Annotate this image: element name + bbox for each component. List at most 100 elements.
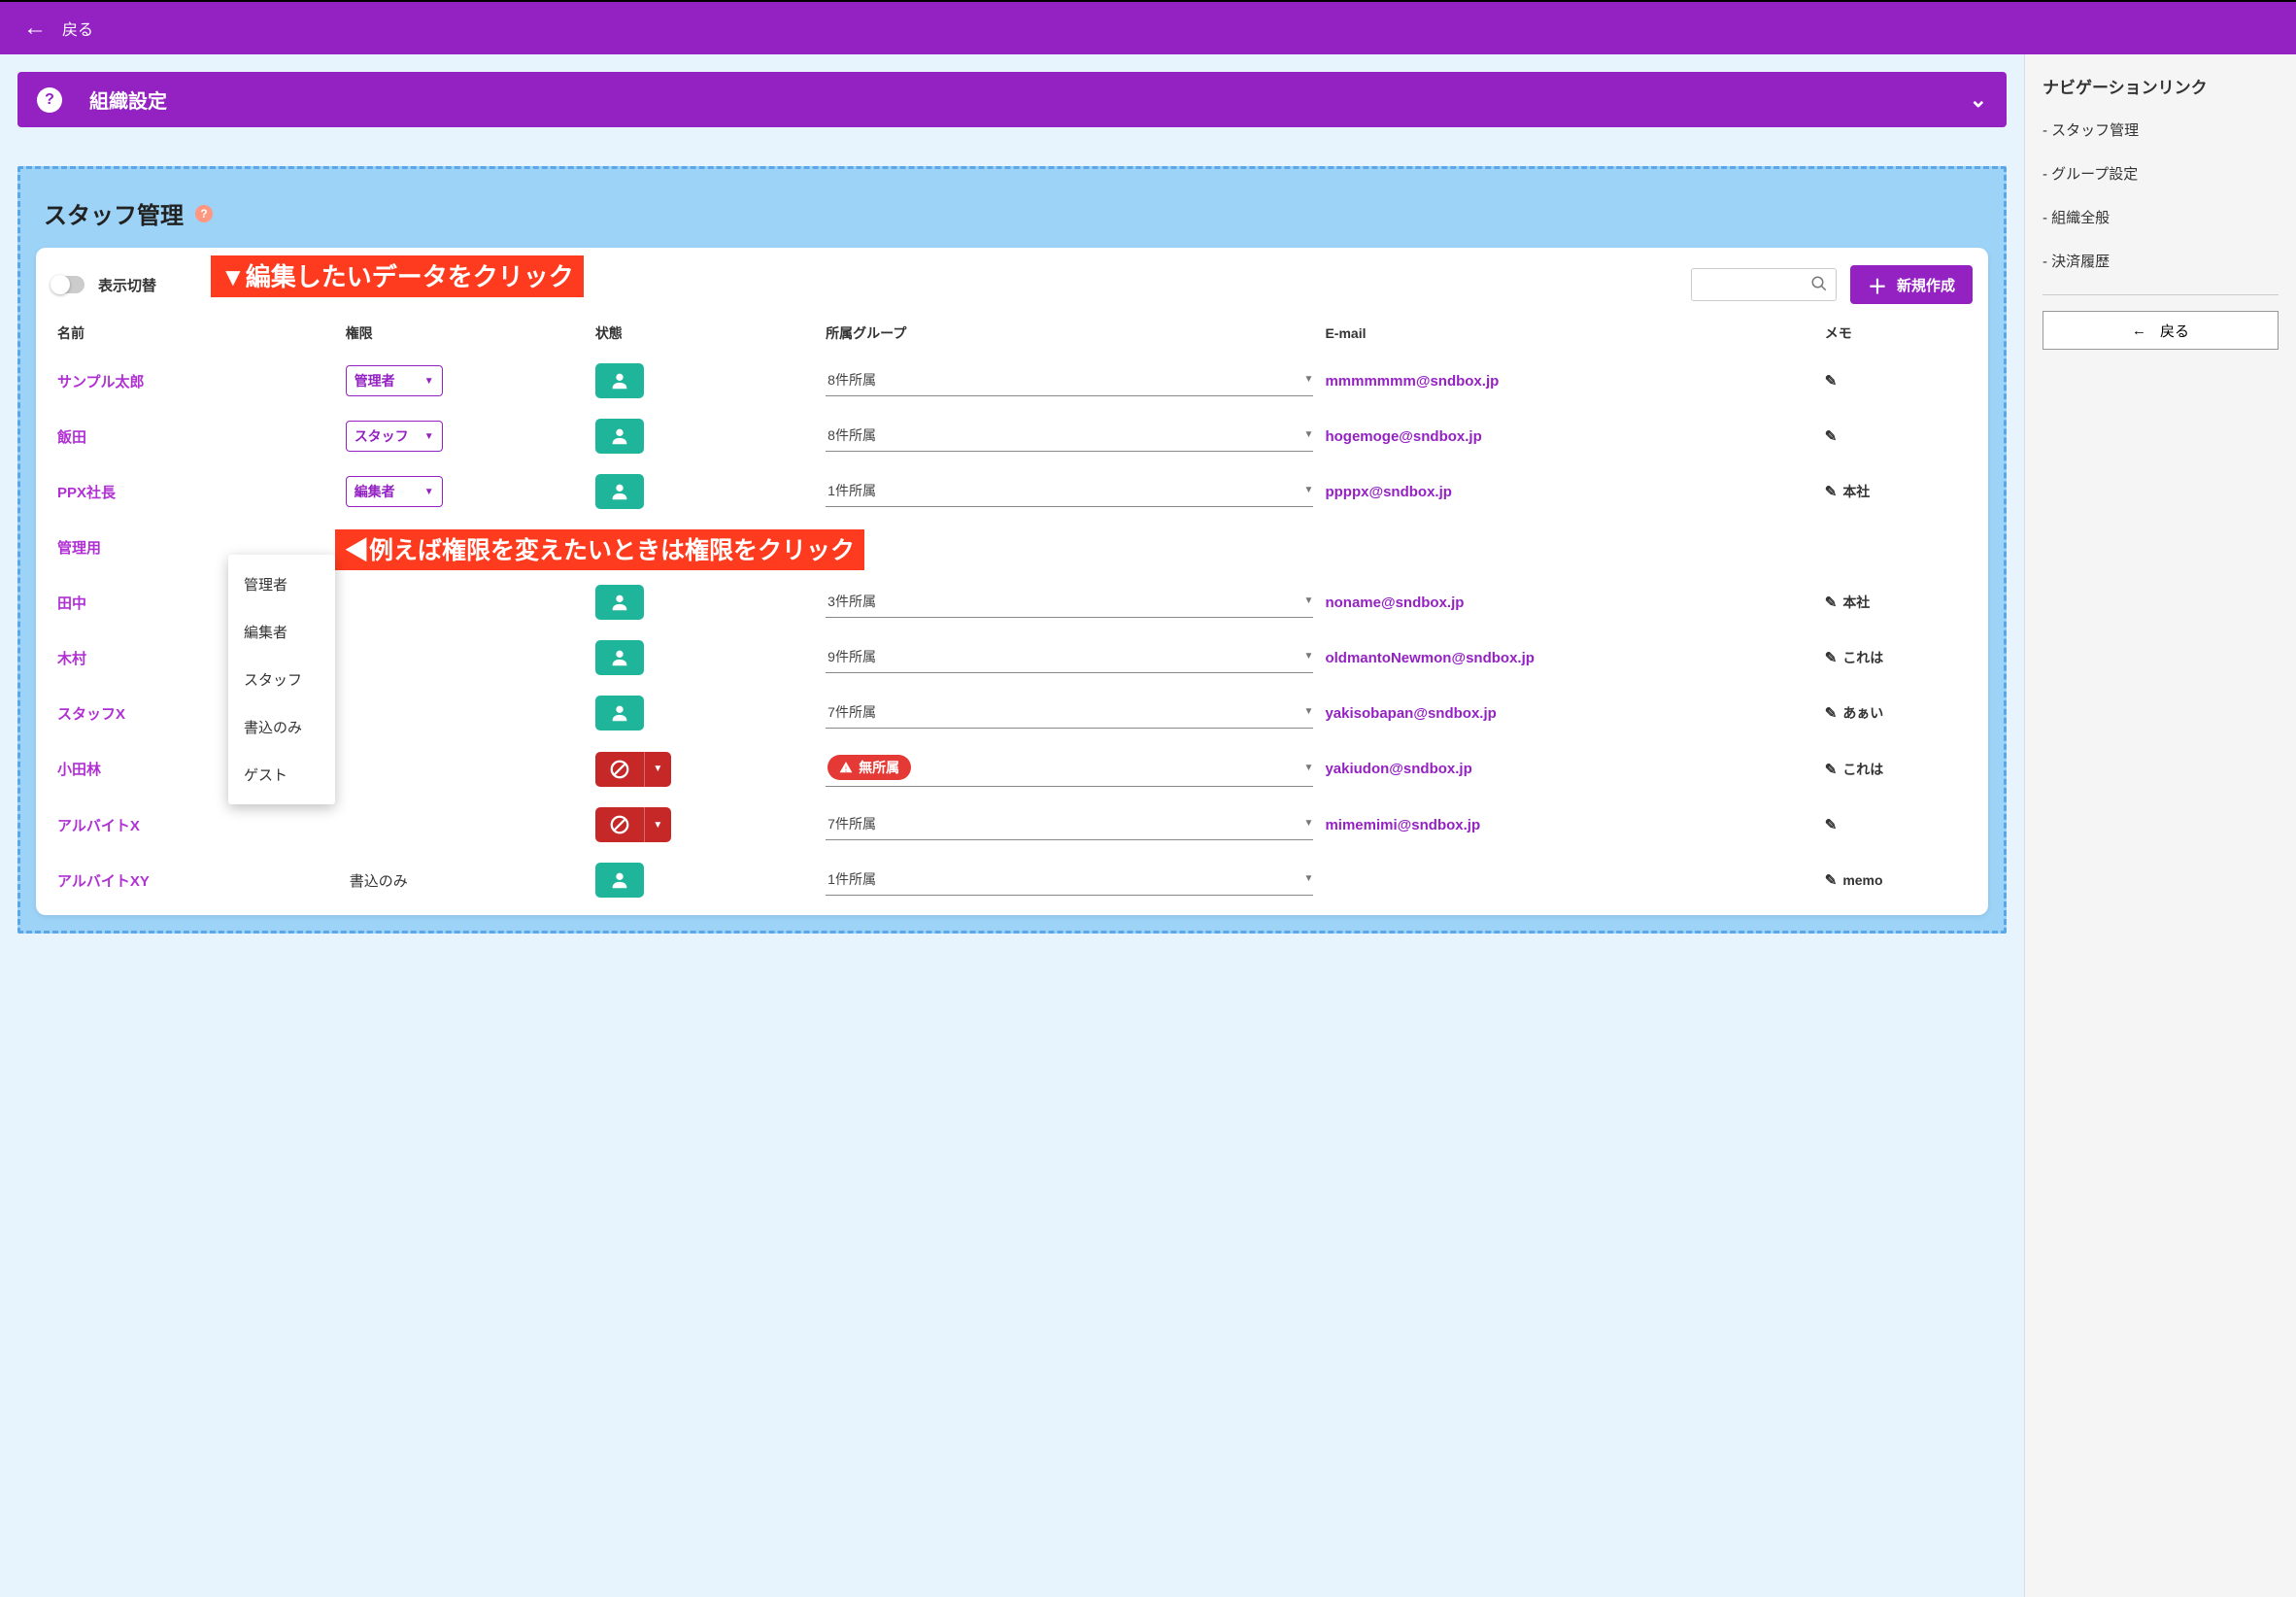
staff-email[interactable]: hogemoge@sndbox.jp: [1325, 428, 1481, 445]
memo-edit[interactable]: ✎memo: [1825, 871, 1967, 889]
section-help-icon[interactable]: ?: [195, 205, 213, 222]
pencil-icon: ✎: [1825, 816, 1838, 833]
group-select[interactable]: 8件所属▼: [826, 422, 1313, 452]
memo-edit[interactable]: ✎あぁい: [1825, 703, 1967, 723]
pencil-icon: ✎: [1825, 427, 1838, 445]
table-row[interactable]: PPX社長 編集者▼ 1件所属▼ ppppx@sndbox.jp ✎本社: [51, 464, 1973, 520]
role-option[interactable]: スタッフ: [228, 656, 335, 703]
table-row[interactable]: 小田林 ▼ 無所属▼ yakiudon@sndbox.jp ✎これは: [51, 741, 1973, 798]
state-button[interactable]: [595, 585, 814, 620]
group-select[interactable]: 7件所属▼: [826, 698, 1313, 729]
sidebar-back-label: 戻る: [2160, 321, 2189, 341]
section-frame: スタッフ管理 ? ▼編集したいデータをクリック ◀例えば権限を変えたいときは権限…: [17, 166, 2007, 934]
staff-email[interactable]: yakiudon@sndbox.jp: [1325, 761, 1471, 777]
table-row[interactable]: アルバイトX ▼ 7件所属▼ mimemimi@sndbox.jp ✎: [51, 798, 1973, 853]
role-select[interactable]: 管理者▼: [346, 365, 443, 396]
memo-edit[interactable]: ✎: [1825, 372, 1967, 390]
back-arrow-icon[interactable]: ←: [23, 15, 47, 42]
top-back-label[interactable]: 戻る: [62, 17, 93, 40]
role-option[interactable]: 管理者: [228, 561, 335, 608]
blocked-icon: [595, 752, 644, 787]
staff-email[interactable]: noname@sndbox.jp: [1325, 595, 1464, 611]
chevron-down-icon: ▼: [424, 431, 434, 442]
staff-email[interactable]: yakisobapan@sndbox.jp: [1325, 705, 1496, 722]
staff-name[interactable]: アルバイトX: [57, 818, 140, 834]
chevron-down-icon: ▼: [1304, 374, 1314, 385]
role-select[interactable]: スタッフ▼: [346, 421, 443, 452]
staff-name[interactable]: スタッフX: [57, 706, 125, 723]
state-button[interactable]: ▼: [595, 752, 814, 787]
staff-email[interactable]: mimemimi@sndbox.jp: [1325, 817, 1480, 833]
person-icon: [595, 363, 644, 398]
memo-edit[interactable]: ✎これは: [1825, 760, 1967, 779]
search-input[interactable]: [1691, 268, 1837, 301]
sidebar-back-button[interactable]: ← 戻る: [2043, 311, 2279, 350]
group-select[interactable]: 1件所属▼: [826, 866, 1313, 896]
staff-name[interactable]: 管理用: [57, 540, 101, 557]
pencil-icon: ✎: [1825, 372, 1838, 390]
search-icon: [1810, 275, 1828, 295]
staff-email[interactable]: oldmantoNewmon@sndbox.jp: [1325, 650, 1534, 666]
table-row[interactable]: サンプル太郎 管理者▼ 8件所属▼ mmmmmmm@sndbox.jp ✎: [51, 354, 1973, 409]
col-state: 状態: [590, 314, 820, 354]
staff-name[interactable]: 飯田: [57, 429, 86, 446]
role-option[interactable]: 編集者: [228, 608, 335, 656]
panel-title: 組織設定: [89, 85, 167, 114]
group-select[interactable]: 9件所属▼: [826, 643, 1313, 673]
staff-name[interactable]: 小田林: [57, 762, 101, 778]
state-button[interactable]: [595, 640, 814, 675]
state-button[interactable]: [595, 474, 814, 509]
table-row[interactable]: アルバイトXY書込のみ1件所属▼✎memo: [51, 853, 1973, 908]
sidebar-link[interactable]: - スタッフ管理: [2043, 119, 2279, 140]
group-select[interactable]: 8件所属▼: [826, 366, 1313, 396]
memo-edit[interactable]: ✎本社: [1825, 482, 1967, 501]
sidebar-link[interactable]: - 組織全般: [2043, 207, 2279, 227]
chevron-down-icon: ▼: [1304, 651, 1314, 662]
staff-name[interactable]: サンプル太郎: [57, 374, 145, 391]
sidebar-link[interactable]: - 決済履歴: [2043, 251, 2279, 271]
memo-edit[interactable]: ✎本社: [1825, 593, 1967, 612]
panel-header[interactable]: ? 組織設定 ⌄: [17, 72, 2007, 127]
memo-edit[interactable]: ✎: [1825, 816, 1967, 833]
state-dropdown-icon[interactable]: ▼: [644, 752, 671, 787]
staff-email[interactable]: ppppx@sndbox.jp: [1325, 484, 1451, 500]
person-icon: [595, 696, 644, 731]
state-button[interactable]: [595, 419, 814, 454]
staff-name[interactable]: 田中: [57, 595, 86, 612]
role-select[interactable]: 編集者▼: [346, 476, 443, 507]
sidebar-link[interactable]: - グループ設定: [2043, 163, 2279, 184]
state-dropdown-icon[interactable]: ▼: [644, 807, 671, 842]
table-row[interactable]: 飯田 スタッフ▼ 8件所属▼ hogemoge@sndbox.jp ✎: [51, 409, 1973, 464]
sidebar-title: ナビゲーションリンク: [2043, 74, 2279, 98]
create-new-button[interactable]: ＋ 新規作成: [1850, 265, 1973, 304]
blocked-icon: [595, 807, 644, 842]
staff-email[interactable]: mmmmmmm@sndbox.jp: [1325, 373, 1499, 390]
pencil-icon: ✎: [1825, 704, 1838, 722]
group-select[interactable]: 1件所属▼: [826, 477, 1313, 507]
chevron-down-icon: ▼: [1304, 429, 1314, 440]
group-select[interactable]: 7件所属▼: [826, 810, 1313, 840]
memo-edit[interactable]: ✎これは: [1825, 648, 1967, 667]
group-select[interactable]: 無所属▼: [826, 751, 1313, 787]
state-button[interactable]: [595, 363, 814, 398]
state-button[interactable]: [595, 696, 814, 731]
state-button[interactable]: [595, 863, 814, 898]
help-icon[interactable]: ?: [37, 87, 62, 113]
chevron-down-icon: ▼: [1304, 595, 1314, 606]
staff-name[interactable]: PPX社長: [57, 485, 116, 501]
chevron-down-icon: ▼: [1304, 706, 1314, 717]
memo-edit[interactable]: ✎: [1825, 427, 1967, 445]
staff-name[interactable]: アルバイトXY: [57, 873, 150, 890]
table-row[interactable]: 木村 9件所属▼ oldmantoNewmon@sndbox.jp ✎これは: [51, 630, 1973, 686]
create-new-label: 新規作成: [1897, 275, 1955, 295]
display-toggle[interactable]: [51, 276, 84, 293]
table-row[interactable]: 田中 3件所属▼ noname@sndbox.jp ✎本社: [51, 575, 1973, 630]
chevron-down-icon[interactable]: ⌄: [1970, 87, 1987, 113]
state-button[interactable]: ▼: [595, 807, 814, 842]
col-email: E-mail: [1319, 314, 1818, 354]
staff-name[interactable]: 木村: [57, 651, 86, 667]
table-row[interactable]: スタッフX 7件所属▼ yakisobapan@sndbox.jp ✎あぁい: [51, 686, 1973, 741]
role-option[interactable]: ゲスト: [228, 751, 335, 798]
group-select[interactable]: 3件所属▼: [826, 588, 1313, 618]
role-option[interactable]: 書込のみ: [228, 703, 335, 751]
